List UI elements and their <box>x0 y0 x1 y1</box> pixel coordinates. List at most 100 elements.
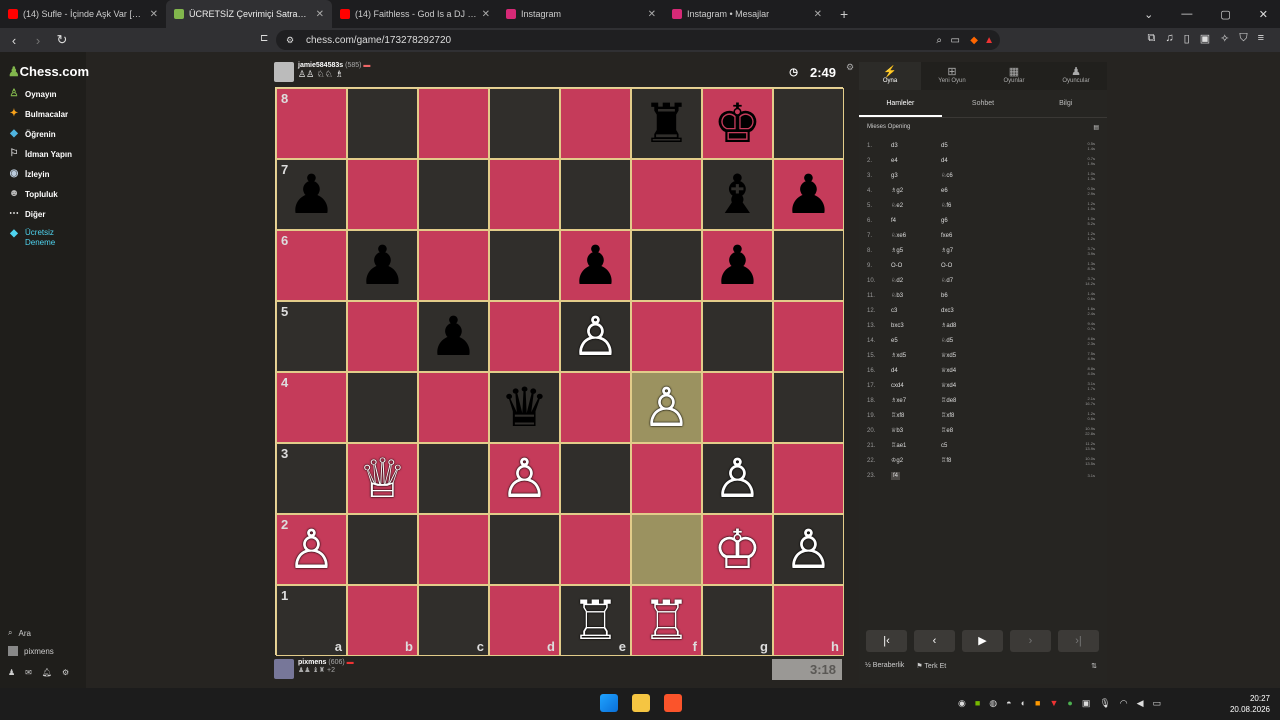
sidebar-toggle-icon[interactable]: ▯ <box>1184 32 1190 45</box>
board-square-f4[interactable]: ♙ <box>631 372 702 443</box>
board-square-b2[interactable] <box>347 514 418 585</box>
white-move[interactable]: d3 <box>891 143 941 149</box>
white-piece[interactable]: ♙ <box>571 309 619 364</box>
system-clock[interactable]: 20:27 20.08.2026 <box>1230 693 1270 715</box>
panel-tab[interactable]: ⊞ Yeni Oyun <box>921 62 983 90</box>
resign-button[interactable]: ⚑ Terk Et <box>916 662 946 670</box>
board-square-d7[interactable] <box>489 159 560 230</box>
white-move[interactable]: ♗xd5 <box>891 352 941 359</box>
board-square-a4[interactable]: 4 <box>276 372 347 443</box>
chesscom-logo[interactable]: ♟Chess.com <box>8 64 89 80</box>
avatar[interactable] <box>274 62 294 82</box>
browser-tab[interactable]: Instagram ✕ <box>498 0 664 28</box>
white-move[interactable]: d4 <box>891 368 941 374</box>
tray-app-icon[interactable]: ◐ <box>1021 698 1026 709</box>
microphone-icon[interactable]: 🎙︎ <box>1099 698 1110 709</box>
board-square-h1[interactable]: h <box>773 585 844 656</box>
black-move[interactable]: ♖de8 <box>941 397 991 404</box>
close-tab-icon[interactable]: ✕ <box>814 9 822 20</box>
board-square-f8[interactable]: ♜ <box>631 88 702 159</box>
black-piece[interactable]: ♟ <box>358 238 406 293</box>
board-square-f5[interactable] <box>631 301 702 372</box>
sidebar-user[interactable]: pixmens <box>8 646 54 656</box>
board-square-f1[interactable]: f ♖ <box>631 585 702 656</box>
board-square-c4[interactable] <box>418 372 489 443</box>
nvidia-icon[interactable]: ■ <box>975 698 980 709</box>
white-piece[interactable]: ♙ <box>287 522 335 577</box>
panel-tab[interactable]: ⚡ Oyna <box>859 62 921 90</box>
board-square-b6[interactable]: ♟ <box>347 230 418 301</box>
copy-icon[interactable]: ▤ <box>1093 124 1099 131</box>
black-move[interactable]: e6 <box>941 188 991 194</box>
browser-tab[interactable]: Instagram • Mesajlar ✕ <box>664 0 830 28</box>
white-move[interactable]: ♔g2 <box>891 457 941 464</box>
board-square-b5[interactable] <box>347 301 418 372</box>
black-move[interactable]: b6 <box>941 293 991 299</box>
black-move[interactable]: ♘d7 <box>941 277 991 284</box>
black-move[interactable]: O-O <box>941 263 991 269</box>
mail-icon[interactable]: ✉ <box>25 668 32 677</box>
black-move[interactable]: g6 <box>941 218 991 224</box>
discord-icon[interactable]: ◓ <box>1006 698 1011 709</box>
board-square-d3[interactable]: ♙ <box>489 443 560 514</box>
black-piece[interactable]: ♟ <box>784 167 832 222</box>
forward-icon[interactable]: › <box>28 33 48 48</box>
bookmark-icon[interactable]: ⊏ <box>260 33 268 44</box>
back-icon[interactable]: ‹ <box>4 33 24 48</box>
vpn-icon[interactable]: ⛉ <box>1239 32 1247 45</box>
sidebar-item-community[interactable]: ☻ Topluluk <box>8 188 58 200</box>
white-move[interactable]: ♖xf8 <box>891 412 941 419</box>
white-piece[interactable]: ♙ <box>784 522 832 577</box>
draw-button[interactable]: ½ Beraberlik <box>865 662 904 670</box>
white-piece[interactable]: ♙ <box>713 451 761 506</box>
white-move[interactable]: ♘b3 <box>891 292 941 299</box>
black-move[interactable]: ♕xd5 <box>941 352 991 359</box>
black-move[interactable]: ♘f6 <box>941 202 991 209</box>
avatar[interactable] <box>274 659 294 679</box>
steam-icon[interactable]: ◍ <box>989 698 997 709</box>
white-move[interactable]: bxc3 <box>891 323 941 329</box>
sidebar-item-more[interactable]: ⋯ Diğer <box>8 208 45 220</box>
browser-tab[interactable]: (14) Faithless - God Is a DJ (Official V… <box>332 0 498 28</box>
white-move[interactable]: ♘d2 <box>891 277 941 284</box>
board-square-b7[interactable] <box>347 159 418 230</box>
white-move[interactable]: ♘xe6 <box>891 232 941 239</box>
board-square-b4[interactable] <box>347 372 418 443</box>
black-move[interactable]: ♗g7 <box>941 247 991 254</box>
black-piece[interactable]: ♟ <box>287 167 335 222</box>
white-move[interactable]: e5 <box>891 338 941 344</box>
tray-app-icon[interactable]: ● <box>1067 698 1072 709</box>
last-move-button[interactable]: ›| <box>1058 630 1099 652</box>
board-square-g5[interactable] <box>702 301 773 372</box>
first-move-button[interactable]: |‹ <box>866 630 907 652</box>
board-square-a1[interactable]: 1a <box>276 585 347 656</box>
board-square-h4[interactable] <box>773 372 844 443</box>
tab-list-icon[interactable]: ⌄ <box>1144 8 1153 21</box>
black-piece[interactable]: ♝ <box>713 167 761 222</box>
sidebar-search[interactable]: ⌕ Ara <box>8 628 31 638</box>
close-tab-icon[interactable]: ✕ <box>150 9 158 20</box>
volume-icon[interactable]: ◀ <box>1137 698 1144 709</box>
board-square-a3[interactable]: 3 <box>276 443 347 514</box>
board-square-c1[interactable]: c <box>418 585 489 656</box>
black-move[interactable]: ♘c6 <box>941 172 991 179</box>
black-move[interactable]: d4 <box>941 158 991 164</box>
chess-board[interactable]: 8 ♜ ♚ 7 ♟ ♝ ♟ 6 ♟ ♟ ♟ 5 ♟ ♙ 4 ♛ ♙ 3 ♕ ♙ ♙ 2 ♙ ♔ ♙ 1 a b c d e ♖ f ♖ g h <box>275 87 844 656</box>
url-field[interactable]: ⚙ chess.com/game/173278292720 ⌕ ▭ ◆ ▲ <box>276 30 1000 50</box>
ai-icon[interactable]: ✧ <box>1220 32 1229 45</box>
board-square-g6[interactable]: ♟ <box>702 230 773 301</box>
maximize-button[interactable]: ▢ <box>1220 8 1230 21</box>
battery-icon[interactable]: ▭ <box>1153 698 1162 709</box>
sidebar-item-learn[interactable]: ◆ Öğrenin <box>8 128 56 140</box>
board-square-h6[interactable] <box>773 230 844 301</box>
white-move[interactable]: ♕b3 <box>891 427 941 434</box>
white-move[interactable]: g3 <box>891 173 941 179</box>
board-square-g8[interactable]: ♚ <box>702 88 773 159</box>
board-square-h2[interactable]: ♙ <box>773 514 844 585</box>
panel-tab[interactable]: ▦ Oyunlar <box>983 62 1045 90</box>
board-square-c5[interactable]: ♟ <box>418 301 489 372</box>
bottom-player-name[interactable]: pixmens <box>298 659 326 666</box>
settings-gear-icon[interactable]: ⚙ <box>62 668 69 677</box>
close-tab-icon[interactable]: ✕ <box>316 9 324 20</box>
close-tab-icon[interactable]: ✕ <box>648 9 656 20</box>
